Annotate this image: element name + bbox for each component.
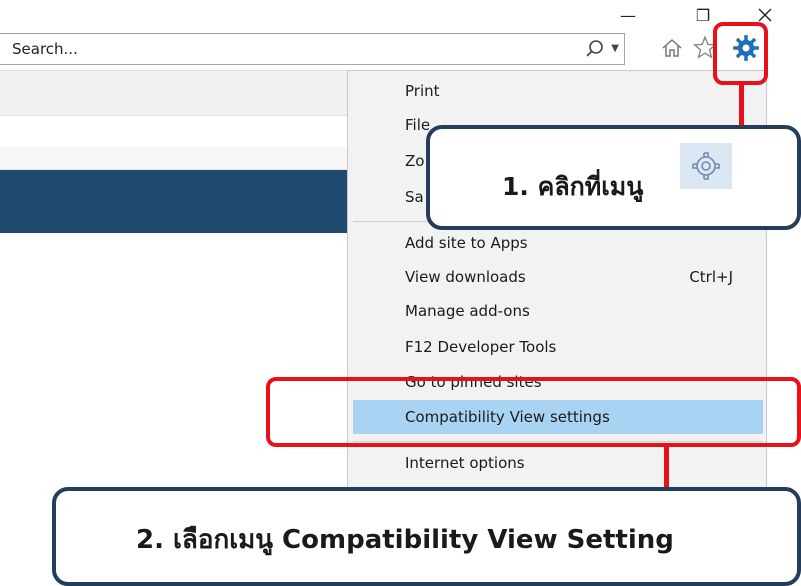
search-box[interactable]: Search... ▼: [0, 33, 625, 65]
menu-item-label: Internet options: [405, 454, 525, 472]
menu-item-view-downloads[interactable]: View downloads Ctrl+J: [353, 263, 763, 291]
search-icon[interactable]: [584, 38, 606, 64]
search-dropdown-icon[interactable]: ▼: [611, 43, 619, 54]
annotation-connector-1: [739, 85, 744, 128]
annotation-highlight-compatibility: [266, 377, 801, 447]
minimize-icon: —: [620, 5, 636, 25]
menu-item-label: Print: [405, 82, 440, 100]
search-input[interactable]: Search...: [12, 40, 78, 58]
menu-item-manage-add-ons[interactable]: Manage add-ons: [353, 297, 763, 325]
menu-item-f12-developer-tools[interactable]: F12 Developer Tools: [353, 333, 763, 361]
page-subheader-strip: [0, 147, 350, 170]
home-icon[interactable]: [660, 36, 684, 64]
menu-item-label: File: [405, 116, 431, 134]
callout-step-2: 2. เลือกเมนู Compatibility View Setting: [52, 487, 801, 586]
menu-item-shortcut: Ctrl+J: [689, 268, 733, 286]
callout-step-1-text: 1. คลิกที่เมนู: [502, 172, 644, 201]
menu-item-label: View downloads: [405, 268, 526, 286]
page-banner: [0, 170, 350, 233]
annotation-highlight-gear: [713, 22, 768, 85]
page-header-strip: [0, 70, 350, 116]
menu-item-label: Zo: [405, 152, 425, 170]
callout-step-2-text: 2. เลือกเมนู Compatibility View Setting: [136, 525, 674, 555]
annotation-connector-2: [664, 447, 669, 489]
restore-icon: ❐: [695, 5, 711, 25]
menu-item-label: Manage add-ons: [405, 302, 530, 320]
close-icon: [758, 8, 772, 22]
menu-item-add-site-to-apps[interactable]: Add site to Apps: [353, 229, 763, 257]
menu-item-label: F12 Developer Tools: [405, 338, 557, 356]
menu-item-internet-options[interactable]: Internet options: [353, 449, 763, 477]
menu-item-print[interactable]: Print: [353, 77, 763, 105]
menu-item-label: Sa: [405, 188, 424, 206]
gear-icon: [680, 143, 732, 189]
menu-item-label: Add site to Apps: [405, 234, 528, 252]
minimize-button[interactable]: —: [608, 0, 648, 30]
callout-step-1: 1. คลิกที่เมนู: [426, 125, 801, 230]
